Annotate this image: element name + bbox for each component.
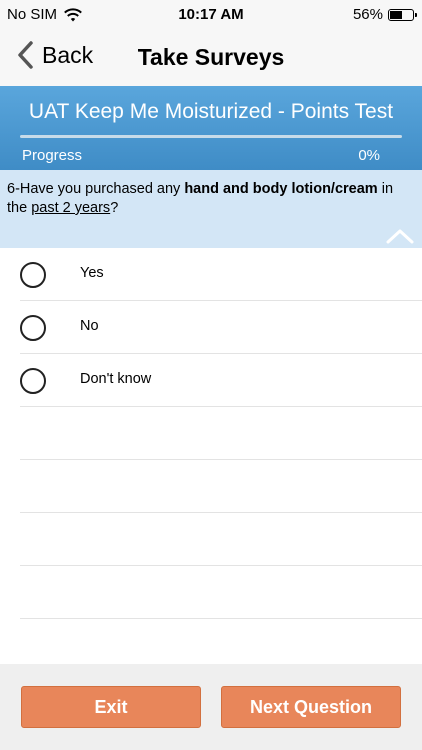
battery-percent: 56% <box>352 6 383 23</box>
battery-group: 56% <box>352 6 417 23</box>
page-title: Take Surveys <box>137 44 285 70</box>
radio-button[interactable] <box>20 368 46 394</box>
survey-header: UAT Keep Me Moisturized - Points Test Pr… <box>0 86 422 170</box>
answer-list: Yes No Don't know <box>20 248 422 619</box>
progress-label: Progress <box>22 147 83 164</box>
question-text: 6-Have you purchased any hand and body l… <box>7 180 414 218</box>
question-timeframe: past 2 years <box>31 200 111 216</box>
battery-icon <box>388 8 417 21</box>
answer-option[interactable]: Don't know <box>20 354 422 407</box>
question-emphasis: hand and body lotion/cream <box>184 181 378 197</box>
survey-title: UAT Keep Me Moisturized - Points Test <box>28 100 394 123</box>
status-bar: No SIM 10:17 AM 56% <box>0 0 422 30</box>
footer-toolbar: Exit Next Question <box>0 664 422 750</box>
progress-bar <box>20 135 402 138</box>
question-prefix: 6-Have you purchased any <box>7 181 185 197</box>
exit-button[interactable]: Exit <box>21 686 201 728</box>
progress-value: 0% <box>358 147 380 164</box>
answer-option[interactable]: Yes <box>20 248 422 301</box>
answer-label: No <box>80 318 99 334</box>
answer-label: Don't know <box>80 371 152 387</box>
chevron-up-icon[interactable] <box>386 228 414 244</box>
battery-level <box>390 10 403 19</box>
navigation-bar: Back Take Surveys <box>0 30 422 86</box>
empty-row <box>20 460 422 513</box>
empty-row <box>20 407 422 460</box>
question-panel: 6-Have you purchased any hand and body l… <box>0 170 422 248</box>
answer-label: Yes <box>80 265 104 281</box>
question-suffix: ? <box>110 200 119 216</box>
radio-button[interactable] <box>20 262 46 288</box>
empty-row <box>20 566 422 619</box>
empty-row <box>20 513 422 566</box>
next-question-button[interactable]: Next Question <box>221 686 401 728</box>
answer-option[interactable]: No <box>20 301 422 354</box>
radio-button[interactable] <box>20 315 46 341</box>
